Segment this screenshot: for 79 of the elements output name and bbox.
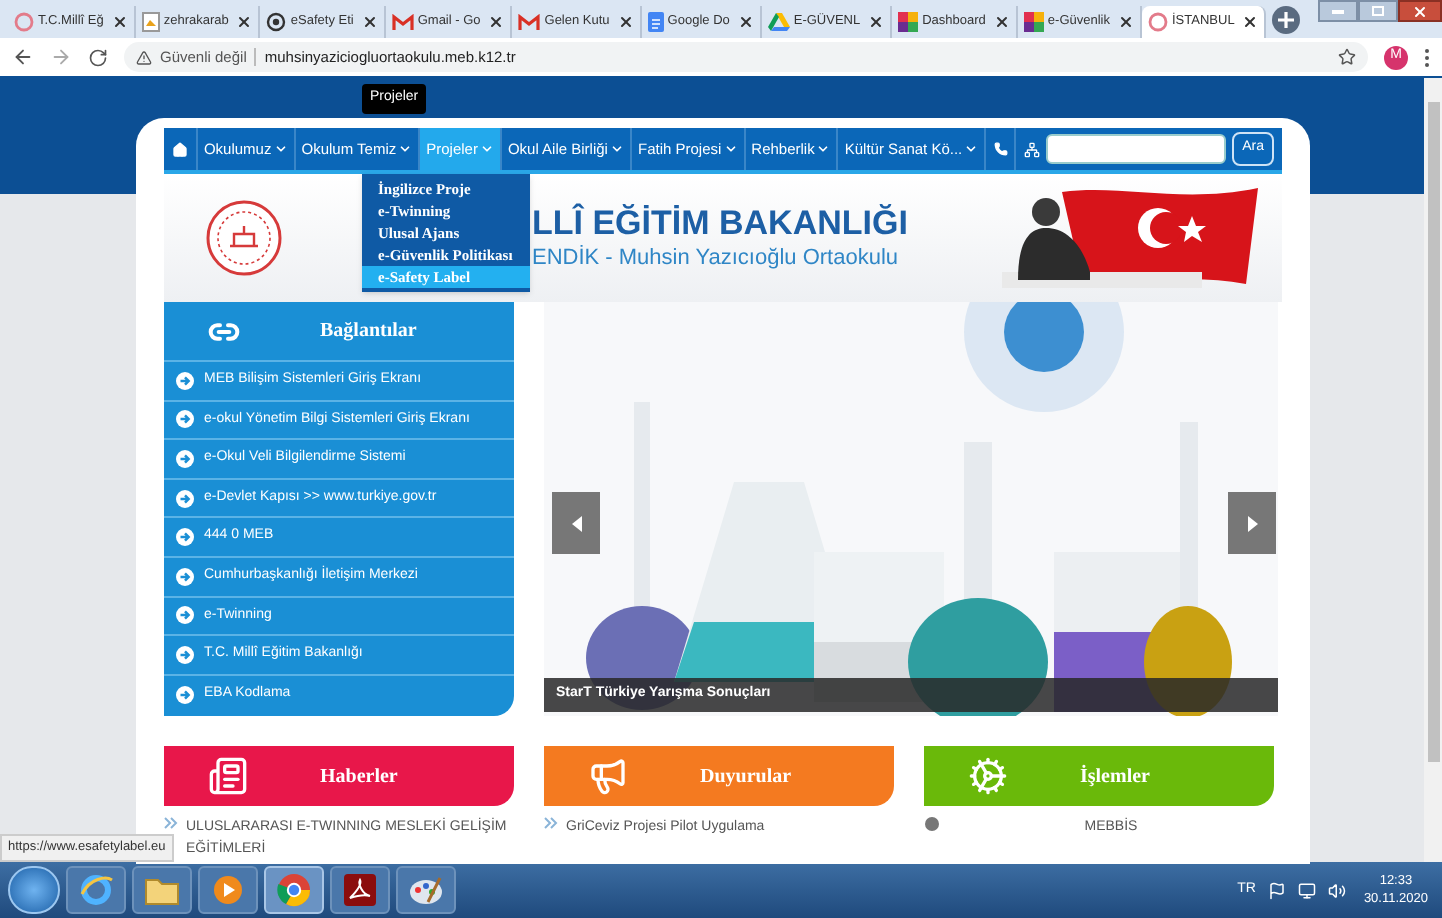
pdf-icon <box>344 874 376 906</box>
warning-icon <box>136 49 152 65</box>
globe-e-icon <box>78 872 114 908</box>
arrow-circle-icon <box>176 410 194 429</box>
arrow-circle-icon <box>176 606 194 625</box>
file-icon <box>141 12 160 32</box>
mail-icon <box>391 13 414 31</box>
caret-icon <box>479 142 494 156</box>
bookmark-star-icon[interactable] <box>1338 48 1356 66</box>
mail-icon <box>518 13 541 31</box>
caret-icon <box>723 142 738 156</box>
section-title: İşlemler <box>1080 763 1150 791</box>
arrow-circle-icon <box>176 645 194 664</box>
close-icon[interactable] <box>488 14 505 30</box>
maximize-button[interactable] <box>1358 0 1398 22</box>
close-icon[interactable] <box>1118 14 1134 30</box>
arrow-circle-icon <box>176 528 194 547</box>
search-field[interactable] <box>1046 134 1227 164</box>
arrow-circle-icon <box>176 686 194 705</box>
close-icon[interactable] <box>361 14 378 30</box>
close-icon <box>1412 3 1428 19</box>
play-icon <box>212 874 244 906</box>
arrow-circle-icon <box>176 449 194 468</box>
arrow-circle-icon <box>176 371 194 390</box>
tiles-icon <box>898 12 919 32</box>
sitemap-icon <box>1023 141 1040 157</box>
close-icon[interactable] <box>737 14 754 30</box>
menu-icon[interactable] <box>1424 47 1430 67</box>
reload-icon[interactable] <box>88 47 108 67</box>
arrow-circle-icon <box>176 567 194 586</box>
previous-slide-button[interactable] <box>552 492 600 554</box>
section-title: Duyurular <box>700 763 792 791</box>
close-icon[interactable] <box>993 14 1010 30</box>
left-triangle-icon <box>571 515 581 531</box>
tiles-icon <box>1023 12 1044 32</box>
start-button[interactable] <box>8 866 60 914</box>
network-icon[interactable] <box>1297 881 1316 899</box>
arrow-circle-icon <box>176 489 194 508</box>
back-icon[interactable] <box>12 46 34 68</box>
section-title: Haberler <box>320 763 398 791</box>
plus-icon <box>1278 12 1295 28</box>
new-tab-button[interactable] <box>1272 6 1301 34</box>
palette-icon <box>408 874 444 906</box>
phone-icon <box>993 142 1008 156</box>
document-icon <box>647 12 664 32</box>
next-slide-button[interactable] <box>1228 492 1276 554</box>
target-icon <box>266 12 287 32</box>
emblem-icon <box>204 198 284 278</box>
panel-title: Bağlantılar <box>320 318 417 346</box>
close-icon[interactable] <box>617 14 634 30</box>
minimize-button[interactable] <box>1318 0 1358 22</box>
megaphone-icon <box>588 756 628 796</box>
taskbar-app[interactable] <box>198 866 258 914</box>
close-icon[interactable] <box>868 14 885 30</box>
caret-icon <box>816 142 831 156</box>
home-icon <box>171 141 188 157</box>
maximize-icon <box>1372 6 1384 16</box>
school-name: ENDİK - Muhsin Yazıcıoğlu Ortaokulu <box>532 248 901 270</box>
chrome-icon <box>276 872 312 908</box>
close-window-button[interactable] <box>1398 0 1442 22</box>
volume-icon[interactable] <box>1327 881 1346 899</box>
taskbar-app[interactable] <box>330 866 390 914</box>
newspaper-icon <box>208 756 248 796</box>
flag-icon[interactable] <box>1267 881 1286 899</box>
close-icon[interactable] <box>111 14 128 30</box>
right-triangle-icon <box>1247 515 1257 531</box>
close-icon[interactable] <box>236 14 253 30</box>
caret-icon <box>273 142 288 156</box>
close-icon[interactable] <box>1242 14 1259 30</box>
caret-icon <box>398 142 413 156</box>
taskbar-app[interactable] <box>396 866 456 914</box>
double-chevron-icon <box>164 816 178 830</box>
caret-icon <box>964 142 979 156</box>
minimize-icon <box>1332 9 1344 13</box>
caret-icon <box>609 142 624 156</box>
folder-icon <box>144 874 180 906</box>
double-chevron-icon <box>544 816 558 830</box>
ministry-title: LLÎ EĞİTİM BAKANLIĞI <box>532 206 908 240</box>
triangle-icon <box>767 12 790 32</box>
